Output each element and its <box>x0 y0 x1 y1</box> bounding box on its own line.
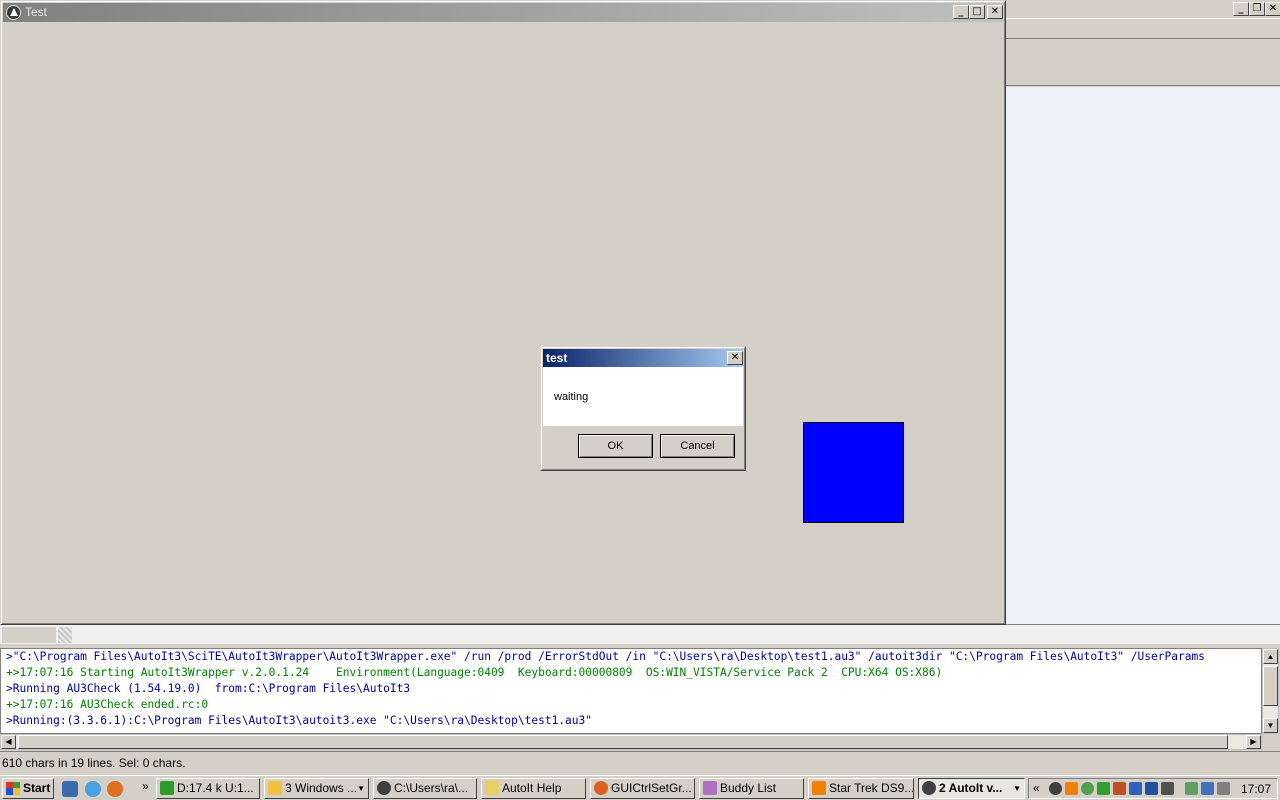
blue-graphic-square <box>803 422 904 523</box>
utorrent-icon <box>160 781 174 795</box>
taskbar-item-label: C:\Users\ra\... <box>394 781 469 795</box>
taskbar-item[interactable]: C:\Users\ra\... <box>373 778 477 799</box>
firefox-icon[interactable] <box>107 781 123 797</box>
bluetooth-tray-icon[interactable] <box>1145 782 1158 795</box>
buddy-list-icon <box>703 781 717 795</box>
taskbar-item-label: AutoIt Help <box>502 781 562 795</box>
volume-icon[interactable] <box>1217 782 1230 795</box>
vlc-tray-icon[interactable] <box>1065 782 1078 795</box>
taskbar-item[interactable]: Star Trek DS9... <box>808 778 914 799</box>
taskbar-item[interactable]: Buddy List <box>699 778 804 799</box>
scite-titlebar: _ ❐ ✕ <box>1005 0 1280 19</box>
monitor-tray-icon[interactable] <box>1129 782 1142 795</box>
quicklaunch-overflow-icon[interactable]: » <box>142 779 149 793</box>
output-line: >"C:\Program Files\AutoIt3\SciTE\AutoIt3… <box>6 650 1205 663</box>
internet-explorer-icon[interactable] <box>85 781 101 797</box>
message-box-title: test <box>546 351 568 365</box>
editor-tab-strip <box>0 624 1280 644</box>
chevron-down-icon: ▼ <box>1013 784 1021 793</box>
taskbar-item-label: GUICtrlSetGr... <box>611 781 692 795</box>
taskbar-item[interactable]: GUICtrlSetGr... <box>590 778 695 799</box>
cancel-button[interactable]: Cancel <box>660 434 735 458</box>
taskbar-item-label: Star Trek DS9... <box>829 781 914 795</box>
message-box-body: waiting <box>543 367 743 426</box>
message-box-titlebar[interactable]: test ✕ <box>543 349 743 367</box>
autoit-icon <box>377 781 391 795</box>
scroll-up-arrow-icon[interactable]: ▲ <box>1263 649 1278 664</box>
scroll-left-arrow-icon[interactable]: ◀ <box>1 735 16 749</box>
autoit-app-icon <box>6 5 21 20</box>
vertical-scroll-thumb[interactable] <box>1263 666 1278 706</box>
ok-button[interactable]: OK <box>578 434 653 458</box>
show-desktop-icon[interactable] <box>62 781 78 797</box>
test-minimize-button[interactable]: _ <box>953 5 969 19</box>
scite-restore-button[interactable]: ❐ <box>1249 2 1265 16</box>
autoit-icon <box>922 781 936 795</box>
status-bar: 610 chars in 19 lines. Sel: 0 chars. <box>0 751 1280 773</box>
taskbar: Start » D:17.4 k U:1... 3 Windows ... ▼ … <box>0 775 1280 800</box>
autoit-tray-icon[interactable] <box>1049 782 1062 795</box>
test-maximize-button[interactable]: □ <box>969 5 985 19</box>
message-box-dialog: test ✕ waiting OK Cancel <box>540 346 746 471</box>
vlc-icon <box>812 781 826 795</box>
message-box-close-button[interactable]: ✕ <box>727 351 743 365</box>
folder-icon <box>268 781 282 795</box>
taskbar-item[interactable]: D:17.4 k U:1... <box>156 778 260 799</box>
taskbar-item-label: Buddy List <box>720 781 777 795</box>
tab-active[interactable] <box>2 627 56 643</box>
taskbar-item-active[interactable]: 2 AutoIt v... ▼ <box>918 778 1025 799</box>
test-window-titlebar[interactable]: Test _ □ ✕ <box>3 3 1003 22</box>
network-connection-icon[interactable] <box>1201 782 1214 795</box>
chevron-down-icon: ▼ <box>357 784 365 793</box>
output-line: >Running:(3.3.6.1):C:\Program Files\Auto… <box>6 714 592 727</box>
taskbar-item[interactable]: 3 Windows ... ▼ <box>264 778 369 799</box>
taskbar-item-label: 3 Windows ... <box>285 781 358 795</box>
help-icon <box>485 781 499 795</box>
windows-logo-icon <box>6 782 20 795</box>
scroll-right-arrow-icon[interactable]: ▶ <box>1246 735 1261 749</box>
display-tray-icon[interactable] <box>1161 782 1174 795</box>
start-label: Start <box>23 781 51 795</box>
security-tray-icon[interactable] <box>1113 782 1126 795</box>
output-horizontal-scrollbar[interactable]: ◀ ▶ <box>0 734 1262 750</box>
scroll-down-arrow-icon[interactable]: ▼ <box>1263 718 1278 733</box>
message-box-text: waiting <box>554 391 589 403</box>
test-gui-window: Test _ □ ✕ <box>0 0 1006 625</box>
network-tray-icon[interactable] <box>1081 782 1094 795</box>
start-button[interactable]: Start <box>2 778 54 799</box>
output-line: +>17:07:16 AU3Check ended.rc:0 <box>6 698 209 711</box>
firefox-icon <box>594 781 608 795</box>
scite-editor-area[interactable] <box>1005 87 1280 627</box>
output-line: >Running AU3Check (1.54.19.0) from:C:\Pr… <box>6 682 411 695</box>
test-close-button[interactable]: ✕ <box>987 5 1003 19</box>
clock[interactable]: 17:07 <box>1241 782 1271 796</box>
scite-toolbar <box>1005 40 1280 86</box>
output-line: +>17:07:16 Starting AutoIt3Wrapper v.2.0… <box>6 666 943 679</box>
status-text: 610 chars in 19 lines. Sel: 0 chars. <box>2 756 186 770</box>
taskbar-item-label: 2 AutoIt v... <box>939 781 1003 795</box>
tab-grip <box>58 627 72 643</box>
output-vertical-scrollbar[interactable]: ▲ ▼ <box>1262 648 1279 734</box>
battery-tray-icon[interactable] <box>1185 782 1198 795</box>
utorrent-tray-icon[interactable] <box>1097 782 1110 795</box>
scite-menubar <box>1005 19 1280 39</box>
system-tray: « 17:07 <box>1028 778 1278 799</box>
taskbar-item-label: D:17.4 k U:1... <box>177 781 254 795</box>
test-window-title: Test <box>25 5 48 19</box>
scite-close-button[interactable]: ✕ <box>1265 2 1280 16</box>
tray-expand-icon[interactable]: « <box>1033 781 1040 795</box>
taskbar-item[interactable]: AutoIt Help <box>481 778 586 799</box>
scite-minimize-button[interactable]: _ <box>1233 2 1249 16</box>
horizontal-scroll-thumb[interactable] <box>18 735 1228 749</box>
output-pane[interactable]: >"C:\Program Files\AutoIt3\SciTE\AutoIt3… <box>0 648 1262 734</box>
